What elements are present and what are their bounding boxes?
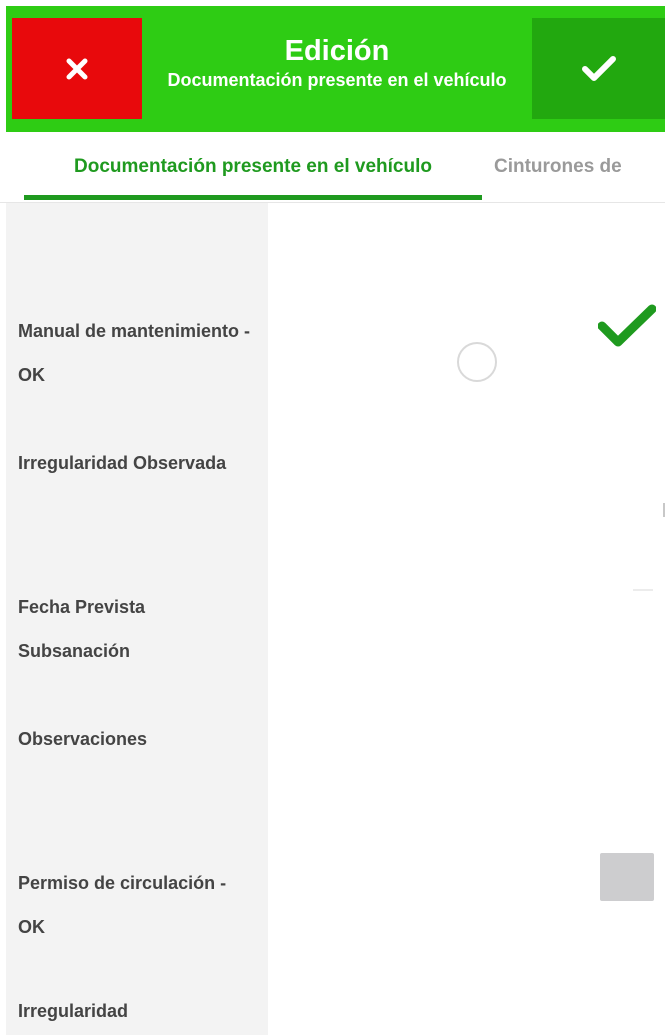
inspection-form: Manual de mantenimiento - OK Irregularid… (6, 203, 665, 1035)
page-subtitle: Documentación presente en el vehículo (167, 70, 507, 90)
confirm-button[interactable] (532, 18, 665, 119)
fecha-prevista-input[interactable] (274, 573, 665, 633)
date-field-hint (633, 589, 653, 601)
tab-cinturones[interactable]: Cinturones de (494, 132, 622, 202)
header-title-block: Edición Documentación presente en el veh… (146, 34, 528, 92)
checkmark-icon[interactable] (598, 304, 656, 348)
header-bar: Edición Documentación presente en el veh… (6, 6, 665, 132)
field-label-permiso-circulacion: Permiso de circulación - OK (18, 873, 227, 937)
checkmark-icon (581, 55, 616, 81)
section-tabs: Documentación presente en el vehículo Ci… (0, 132, 665, 203)
field-label-irregularidad: Irregularidad (18, 1001, 129, 1021)
page-title: Edición (284, 35, 390, 67)
edit-screen: Edición Documentación presente en el veh… (0, 0, 665, 1035)
observaciones-input[interactable] (274, 708, 665, 778)
permiso-circulacion-checkbox[interactable] (600, 853, 654, 901)
field-label-fecha-prevista: Fecha Prevista Subsanación (18, 597, 146, 661)
field-label-manual-mantenimiento: Manual de mantenimiento - OK (18, 321, 251, 385)
cancel-button[interactable] (12, 18, 142, 119)
close-icon (66, 58, 88, 79)
tab-documentacion[interactable]: Documentación presente en el vehículo (24, 132, 482, 202)
irregularidad-radio[interactable] (457, 342, 497, 382)
field-label-observaciones: Observaciones (18, 729, 148, 749)
field-label-irregularidad-observada: Irregularidad Observada (18, 453, 227, 473)
active-tab-indicator (24, 195, 482, 200)
